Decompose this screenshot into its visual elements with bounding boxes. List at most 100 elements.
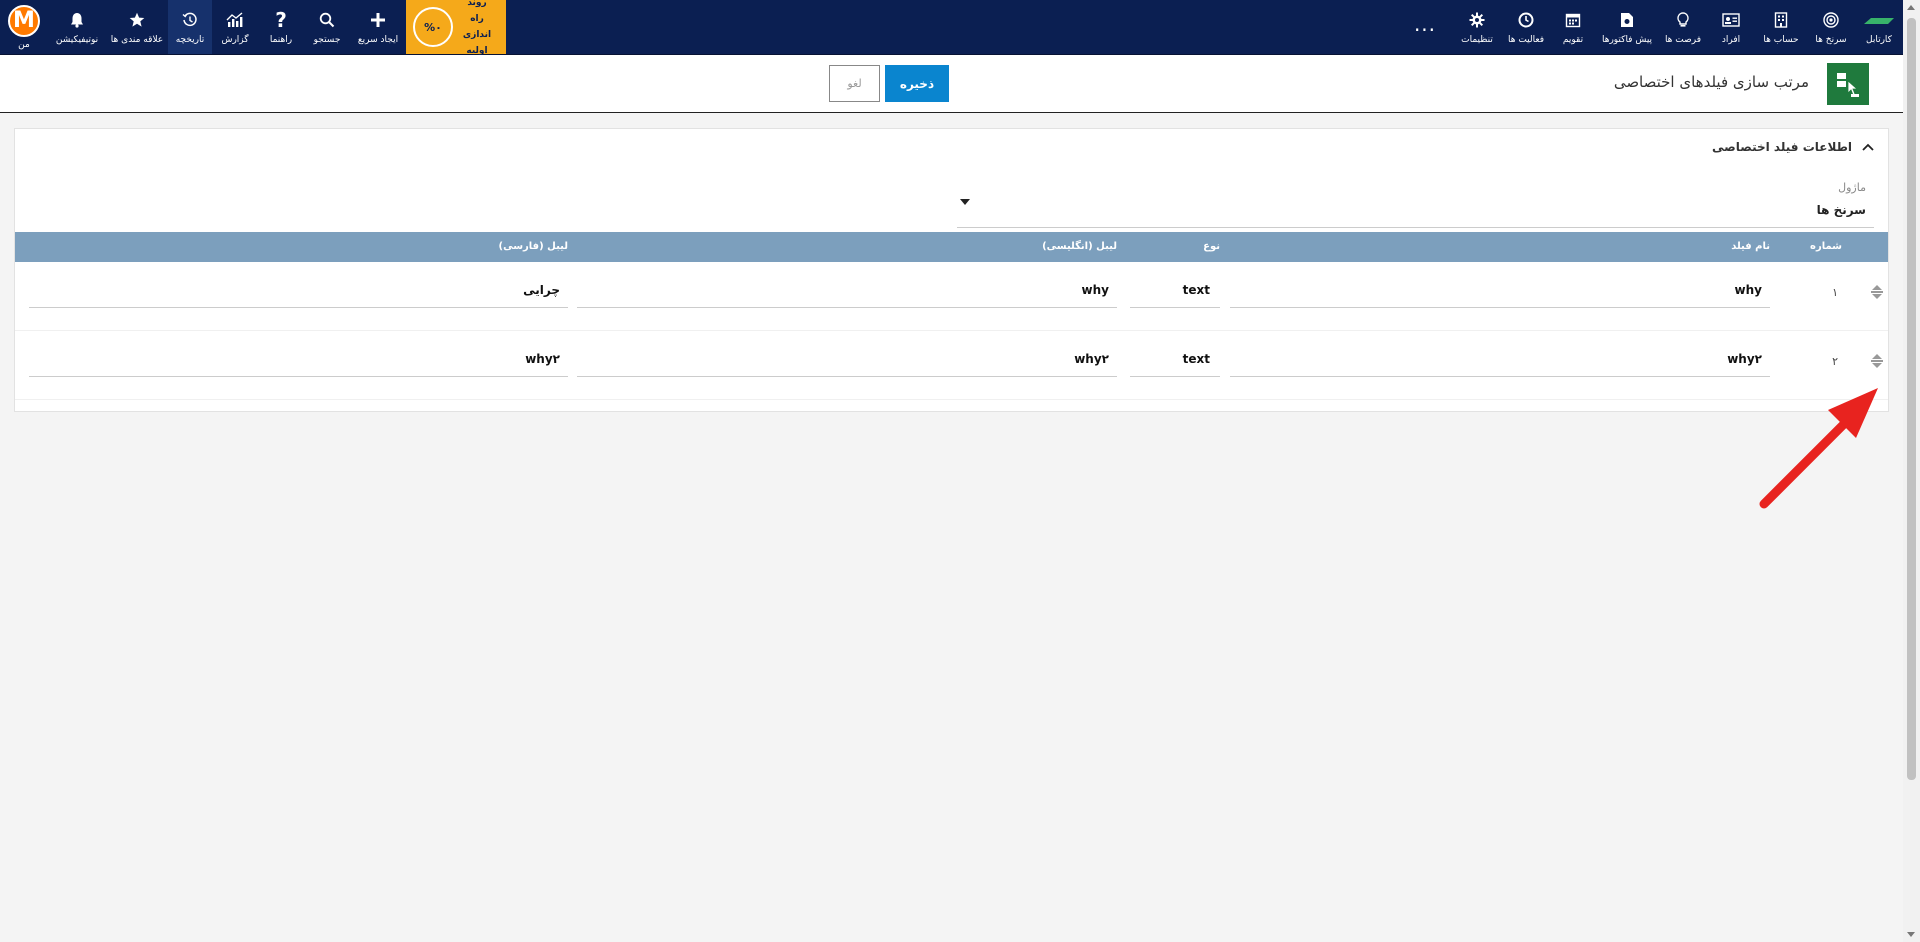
- user-menu: M من نوتیفیکیشن علاقه مندی ها تاریخچه گز…: [0, 0, 506, 56]
- nav-item-label: راهنما: [269, 35, 293, 45]
- nav-item-search[interactable]: جستجو: [304, 0, 350, 54]
- type-input[interactable]: text: [1130, 351, 1220, 377]
- panel-title: اطلاعات فیلد اختصاصی: [1712, 140, 1852, 154]
- label-en-input[interactable]: why: [577, 282, 1117, 308]
- save-button[interactable]: ذخیره: [885, 65, 949, 102]
- nav-item-label: افراد: [1721, 35, 1741, 45]
- calendar-icon: [1565, 9, 1581, 31]
- nav-item-label: تنظیمات: [1461, 35, 1493, 45]
- clock-icon: [1518, 9, 1534, 31]
- label-fa-value: چرایی: [523, 283, 560, 297]
- page-title: مرتب سازی فیلدهای اختصاصی: [1613, 73, 1809, 91]
- nav-item-label: گزارش: [221, 35, 249, 45]
- column-label-en: لیبل (انگلیسی): [1042, 241, 1117, 252]
- setup-progress-circle: %۰: [413, 7, 453, 47]
- panel-toggle[interactable]: اطلاعات فیلد اختصاصی: [1712, 140, 1874, 154]
- nav-item-me[interactable]: M من: [0, 0, 48, 54]
- sort-fields-icon: [1827, 63, 1869, 105]
- label-en-input[interactable]: why۲: [577, 351, 1117, 377]
- kartabl-logo-icon: [1862, 9, 1896, 31]
- setup-progress-text: روند راه اندازی اولیه: [455, 0, 499, 59]
- custom-field-panel: اطلاعات فیلد اختصاصی ماژول سرنخ ها شماره…: [14, 128, 1889, 412]
- star-icon: [129, 9, 145, 31]
- row-number: ۲: [1832, 355, 1838, 368]
- nav-item-label: علاقه مندی ها: [110, 35, 164, 45]
- type-value: text: [1182, 283, 1210, 297]
- chevron-up-icon: [1862, 143, 1874, 151]
- drag-handle-icon[interactable]: [1870, 284, 1884, 304]
- nav-item-label: فرصت ها: [1664, 35, 1702, 45]
- label-en-value: why: [1081, 283, 1109, 297]
- label-fa-value: why۲: [525, 352, 560, 366]
- nav-item-label: تاریخچه: [175, 35, 205, 45]
- module-value: سرنخ ها: [1816, 203, 1866, 217]
- nav-item-label: پیش فاکتورها: [1601, 35, 1653, 45]
- setup-line-2: راه اندازی: [462, 14, 492, 40]
- search-icon: [319, 9, 335, 31]
- question-icon: ?: [275, 8, 287, 32]
- nav-item-label: کارتابل: [1866, 35, 1892, 45]
- more-menu-button[interactable]: ...: [1409, 0, 1441, 54]
- history-icon: [182, 9, 198, 31]
- page-header: مرتب سازی فیلدهای اختصاصی ذخیره لغو: [0, 55, 1903, 113]
- caret-down-icon: [960, 199, 970, 205]
- nav-item-activities[interactable]: فعالیت ها: [1501, 0, 1551, 54]
- field-name-value: why: [1734, 283, 1762, 297]
- nav-item-report[interactable]: گزارش: [212, 0, 258, 54]
- column-field-name: نام فیلد: [1731, 241, 1770, 252]
- field-name-input[interactable]: why: [1230, 282, 1770, 308]
- scrollbar-thumb[interactable]: [1907, 18, 1916, 780]
- nav-item-history[interactable]: تاریخچه: [168, 0, 212, 54]
- nav-item-label: سرنخ ها: [1815, 35, 1847, 45]
- type-value: text: [1182, 352, 1210, 366]
- scroll-down-icon[interactable]: [1907, 932, 1915, 937]
- bell-icon: [70, 9, 84, 31]
- nav-item-quick-create[interactable]: ایجاد سریع: [350, 0, 406, 54]
- chart-icon: [226, 9, 244, 31]
- field-name-value: why۲: [1727, 352, 1762, 366]
- nav-item-opportunities[interactable]: فرصت ها: [1659, 0, 1707, 54]
- nav-item-notifications[interactable]: نوتیفیکیشن: [48, 0, 106, 54]
- type-input[interactable]: text: [1130, 282, 1220, 308]
- nav-item-label: نوتیفیکیشن: [55, 35, 99, 45]
- nav-item-kartabl[interactable]: کارتابل: [1855, 0, 1903, 54]
- invoice-icon: [1620, 9, 1634, 31]
- nav-item-settings[interactable]: تنظیمات: [1453, 0, 1501, 54]
- module-label: ماژول: [1838, 181, 1866, 194]
- nav-item-calendar[interactable]: تقویم: [1551, 0, 1595, 54]
- label-en-value: why۲: [1074, 352, 1109, 366]
- building-icon: [1774, 9, 1788, 31]
- row-number: ۱: [1832, 286, 1838, 299]
- nav-item-persons[interactable]: افراد: [1707, 0, 1755, 54]
- top-navbar: ... تنظیمات فعالیت ها تقویم پیش فاکتورها…: [0, 0, 1903, 56]
- more-dots-icon: ...: [1413, 12, 1437, 36]
- drag-handle-icon[interactable]: [1870, 353, 1884, 373]
- main-menu: ... تنظیمات فعالیت ها تقویم پیش فاکتورها…: [1409, 0, 1903, 54]
- target-icon: [1823, 9, 1839, 31]
- scroll-up-icon[interactable]: [1907, 5, 1915, 10]
- setup-progress-button[interactable]: %۰ روند راه اندازی اولیه: [406, 0, 506, 56]
- table-header: شماره نام فیلد نوع لیبل (انگلیسی) لیبل (…: [15, 232, 1888, 262]
- column-type: نوع: [1203, 241, 1220, 252]
- label-fa-input[interactable]: چرایی: [29, 282, 568, 308]
- nav-item-help[interactable]: ? راهنما: [258, 0, 304, 54]
- nav-item-favorites[interactable]: علاقه مندی ها: [106, 0, 168, 54]
- nav-item-accounts[interactable]: حساب ها: [1755, 0, 1807, 54]
- lightbulb-icon: [1676, 9, 1690, 31]
- label-fa-input[interactable]: why۲: [29, 351, 568, 377]
- field-name-input[interactable]: why۲: [1230, 351, 1770, 377]
- nav-item-label: حساب ها: [1763, 35, 1799, 45]
- nav-item-leads[interactable]: سرنخ ها: [1807, 0, 1855, 54]
- nav-item-label: فعالیت ها: [1507, 35, 1545, 45]
- column-number: شماره: [1810, 241, 1842, 252]
- nav-item-label: تقویم: [1562, 35, 1584, 45]
- annotation-arrow-icon: [1759, 388, 1878, 509]
- gear-icon: [1469, 9, 1485, 31]
- contact-card-icon: [1722, 9, 1740, 31]
- plus-icon: [370, 9, 386, 31]
- module-select[interactable]: سرنخ ها: [957, 199, 1874, 228]
- cancel-button[interactable]: لغو: [829, 65, 880, 102]
- vertical-scrollbar[interactable]: [1903, 0, 1920, 942]
- nav-item-label: من: [18, 39, 30, 50]
- nav-item-quotes[interactable]: پیش فاکتورها: [1595, 0, 1659, 54]
